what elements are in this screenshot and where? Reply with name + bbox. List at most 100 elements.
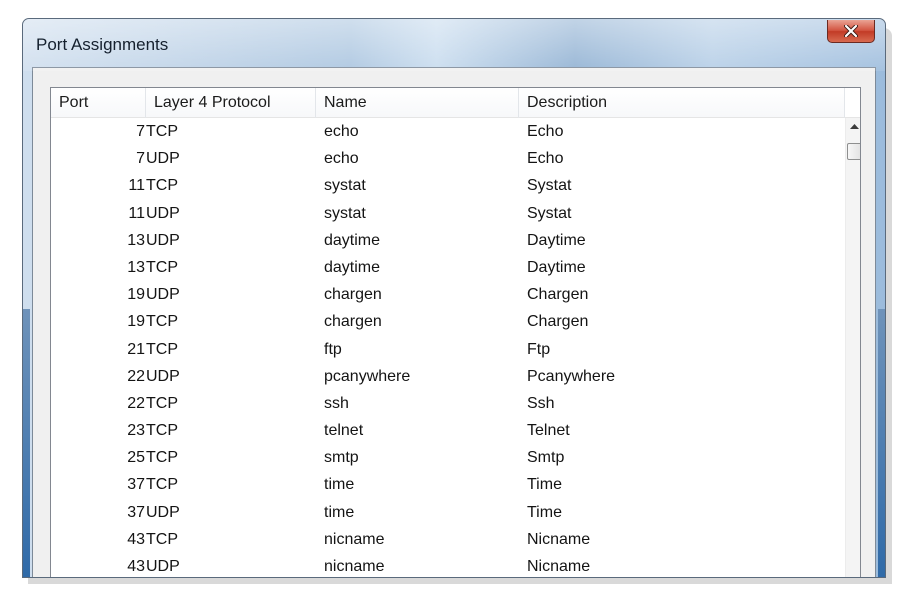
cell-name: systat (324, 177, 366, 195)
cell-protocol: TCP (146, 313, 178, 331)
cell-name: chargen (324, 313, 382, 331)
cell-name: echo (324, 150, 359, 168)
cell-name: chargen (324, 286, 382, 304)
column-header-name[interactable]: Name (316, 88, 519, 118)
cell-port: 21 (127, 340, 145, 358)
cell-name: pcanywhere (324, 367, 411, 385)
table-row[interactable]: 37 TCP time Time (51, 471, 845, 498)
header-filler (845, 88, 860, 118)
cell-protocol: UDP (146, 367, 180, 385)
table-row[interactable]: 22 UDP pcanywhere Pcanywhere (51, 363, 845, 390)
cell-port: 37 (127, 476, 145, 494)
cell-name: ssh (324, 394, 349, 412)
vertical-scrollbar[interactable] (845, 118, 860, 577)
cell-description: Telnet (527, 422, 570, 440)
table-row[interactable]: 11 UDP systat Systat (51, 200, 845, 227)
table-row[interactable]: 21 TCP ftp Ftp (51, 336, 845, 363)
table-row[interactable]: 7 TCP echo Echo (51, 118, 845, 145)
cell-description: Echo (527, 123, 564, 140)
cell-protocol: TCP (146, 449, 178, 467)
cell-description: Pcanywhere (527, 367, 616, 385)
cell-name: ftp (324, 340, 342, 358)
table-row[interactable]: 19 TCP chargen Chargen (51, 308, 845, 335)
cell-description: Chargen (527, 286, 589, 304)
cell-name: echo (324, 123, 359, 140)
column-header-description[interactable]: Description (519, 88, 845, 118)
cell-description: Systat (527, 204, 572, 222)
cell-description: Time (527, 503, 562, 521)
cell-name: daytime (324, 231, 381, 249)
cell-port: 25 (127, 449, 145, 467)
cell-name: nicname (324, 530, 385, 548)
cell-port: 11 (128, 177, 145, 195)
cell-port: 43 (127, 558, 145, 575)
cell-port: 22 (127, 367, 145, 385)
cell-name: daytime (324, 258, 381, 276)
cell-protocol: UDP (146, 204, 180, 222)
port-list-view[interactable]: Port Layer 4 Protocol Name Description 7… (50, 87, 861, 577)
scroll-thumb[interactable] (847, 143, 860, 160)
cell-description: Ssh (527, 394, 555, 412)
cell-port: 19 (127, 313, 145, 331)
table-row[interactable]: 43 TCP nicname Nicname (51, 526, 845, 553)
table-row[interactable]: 11 TCP systat Systat (51, 172, 845, 199)
cell-port: 7 (136, 150, 145, 168)
cell-name: nicname (324, 558, 385, 575)
cell-name: smtp (324, 449, 359, 467)
cell-protocol: UDP (146, 150, 180, 168)
cell-description: Ftp (527, 340, 551, 358)
table-row[interactable]: 13 TCP daytime Daytime (51, 254, 845, 281)
column-header-protocol[interactable]: Layer 4 Protocol (146, 88, 316, 118)
port-assignments-window: Port Assignments Port Layer 4 Protocol N… (22, 18, 886, 578)
close-button[interactable] (827, 20, 875, 43)
cell-port: 19 (127, 286, 145, 304)
cell-description: Daytime (527, 258, 586, 276)
table-row[interactable]: 23 TCP telnet Telnet (51, 417, 845, 444)
cell-protocol: UDP (146, 558, 180, 575)
cell-protocol: TCP (146, 394, 178, 412)
cell-protocol: TCP (146, 340, 178, 358)
cell-protocol: TCP (146, 476, 178, 494)
cell-protocol: TCP (146, 177, 178, 195)
cell-description: Nicname (527, 530, 591, 548)
table-row[interactable]: 19 UDP chargen Chargen (51, 281, 845, 308)
cell-port: 22 (127, 394, 145, 412)
table-row[interactable]: 25 TCP smtp Smtp (51, 444, 845, 471)
cell-port: 13 (127, 231, 145, 249)
close-x-icon (844, 25, 858, 37)
cell-port: 43 (127, 530, 145, 548)
table-body: 7 TCP echo Echo 7 UDP echo Echo 11 TCP systat Systa… (51, 118, 845, 577)
table-row[interactable]: 37 UDP time Time (51, 499, 845, 526)
column-header-row: Port Layer 4 Protocol Name Description (51, 88, 845, 118)
cell-description: Systat (527, 177, 572, 195)
cell-protocol: TCP (146, 422, 178, 440)
window-frame-left (23, 309, 30, 577)
window-title: Port Assignments (36, 35, 169, 54)
cell-name: time (324, 503, 355, 521)
table-row[interactable]: 7 UDP echo Echo (51, 145, 845, 172)
cell-description: Daytime (527, 231, 586, 249)
cell-port: 7 (136, 123, 145, 140)
cell-description: Smtp (527, 449, 565, 467)
table-row[interactable]: 22 TCP ssh Ssh (51, 390, 845, 417)
cell-port: 13 (127, 258, 145, 276)
cell-name: telnet (324, 422, 364, 440)
cell-description: Time (527, 476, 562, 494)
cell-description: Echo (527, 150, 564, 168)
cell-description: Chargen (527, 313, 589, 331)
table-row[interactable]: 13 UDP daytime Daytime (51, 227, 845, 254)
cell-description: Nicname (527, 558, 591, 575)
cell-protocol: UDP (146, 286, 180, 304)
column-header-port[interactable]: Port (51, 88, 146, 118)
cell-protocol: TCP (146, 123, 178, 140)
cell-name: systat (324, 204, 366, 222)
cell-protocol: TCP (146, 258, 178, 276)
scroll-up-button[interactable] (846, 118, 860, 135)
cell-name: time (324, 476, 355, 494)
cell-port: 11 (128, 204, 145, 222)
cell-port: 37 (127, 503, 145, 521)
table-row[interactable]: 43 UDP nicname Nicname (51, 553, 845, 577)
cell-port: 23 (127, 422, 145, 440)
dialog-client-area: Port Layer 4 Protocol Name Description 7… (32, 67, 876, 577)
scroll-up-arrow-icon (850, 124, 859, 129)
